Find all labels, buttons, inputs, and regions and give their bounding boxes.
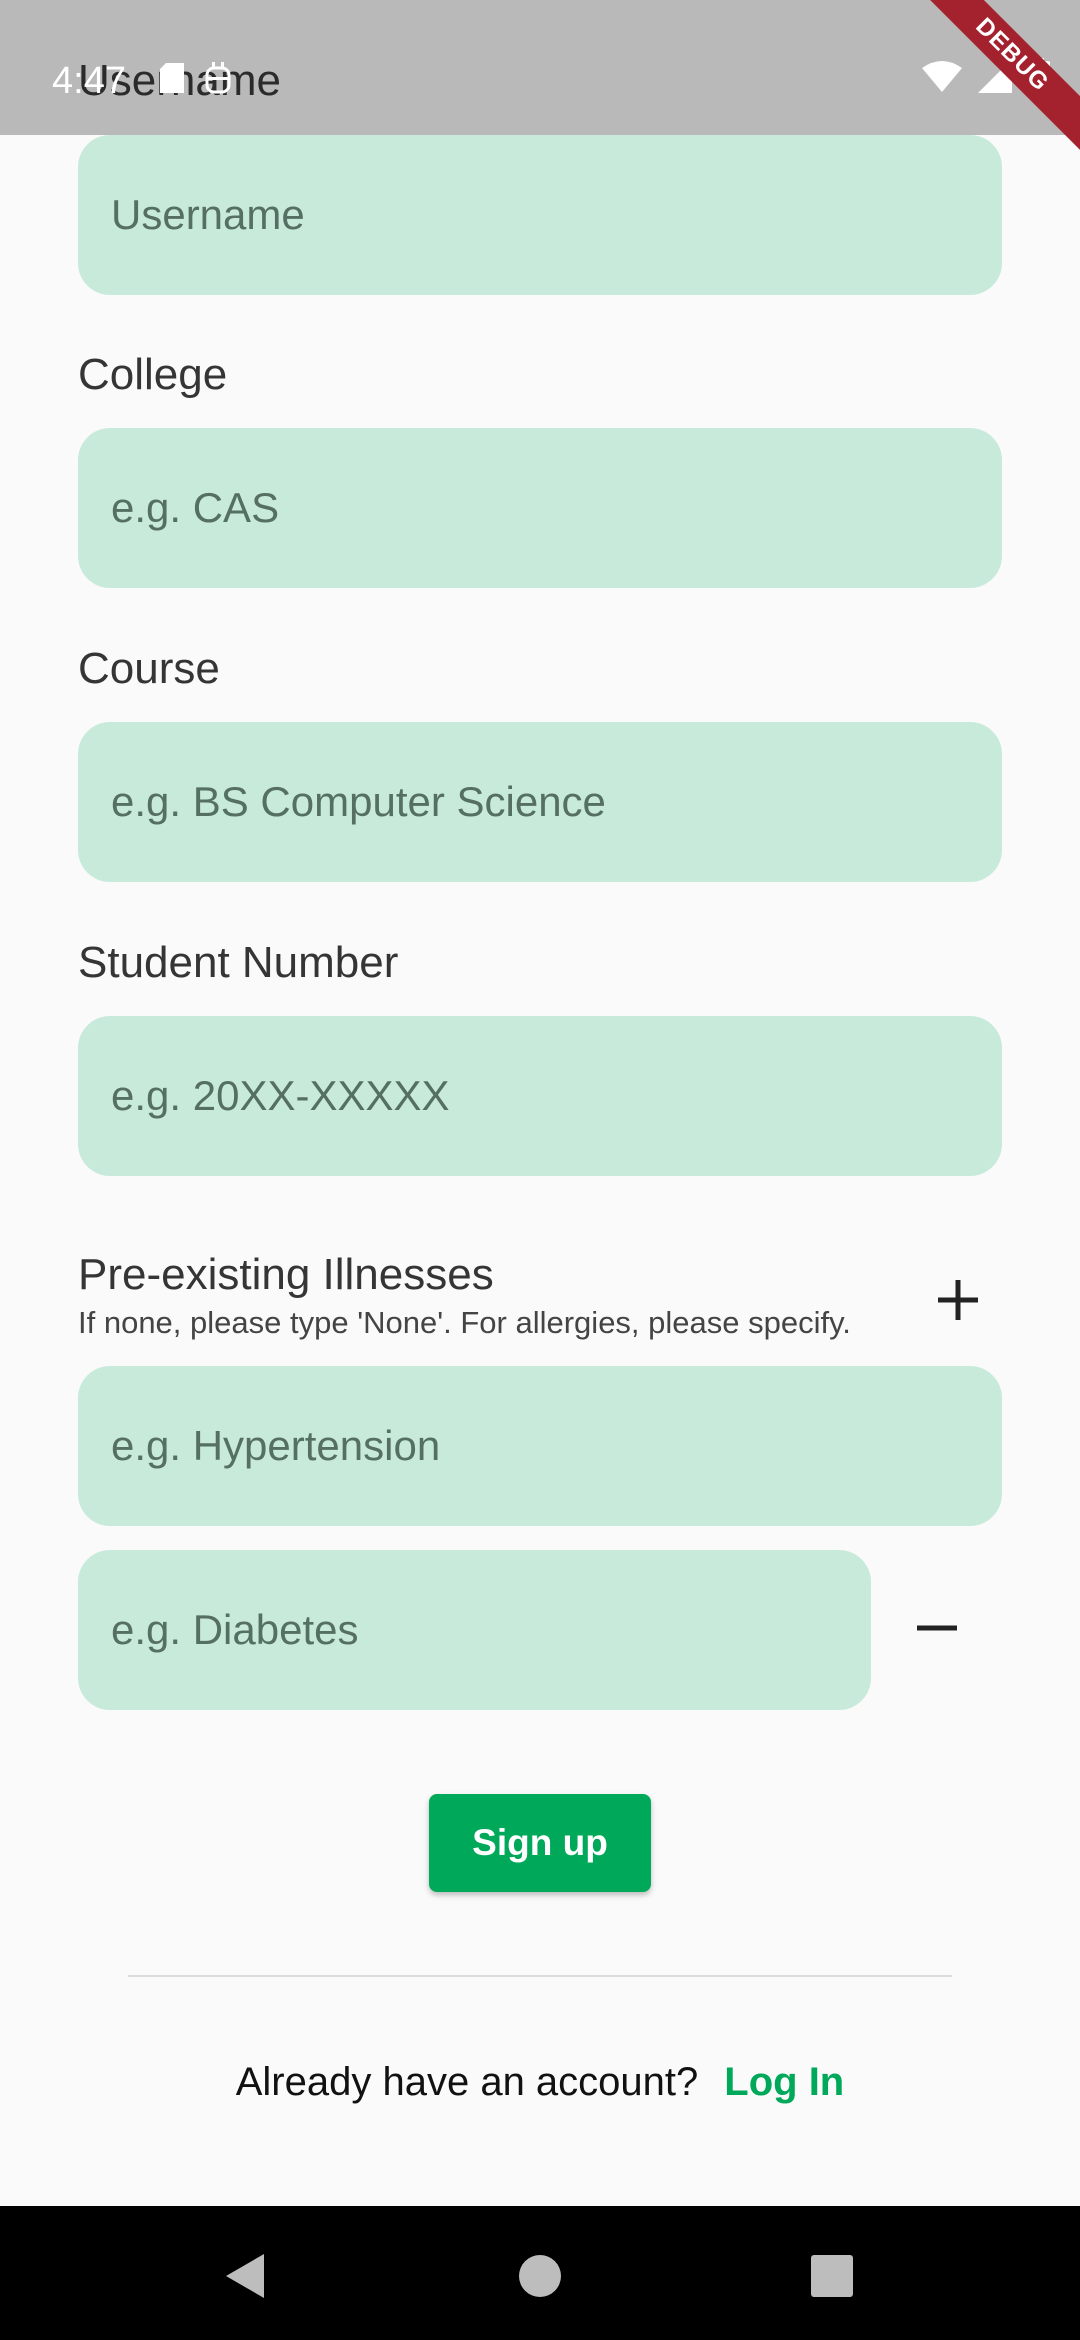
recents-square-icon bbox=[811, 2255, 853, 2297]
student-number-label: Student Number bbox=[78, 938, 399, 987]
divider bbox=[128, 1975, 952, 1977]
back-button[interactable] bbox=[204, 2236, 284, 2316]
recents-button[interactable] bbox=[792, 2236, 872, 2316]
add-illness-button[interactable] bbox=[918, 1260, 998, 1340]
notification-icons bbox=[160, 62, 232, 94]
signup-button[interactable]: Sign up bbox=[429, 1794, 651, 1892]
status-time: 4:47 bbox=[52, 60, 126, 102]
illness-field-2[interactable] bbox=[78, 1550, 871, 1710]
minus-icon bbox=[917, 1625, 957, 1631]
course-label: Course bbox=[78, 644, 220, 693]
home-circle-icon bbox=[519, 2255, 561, 2297]
back-triangle-icon bbox=[226, 2254, 264, 2298]
login-prompt-text: Already have an account? bbox=[235, 2060, 699, 2104]
signup-screen: College Course Student Number Pre-existi… bbox=[0, 0, 1080, 2340]
illnesses-hint: If none, please type 'None'. For allergi… bbox=[78, 1305, 851, 1340]
course-field[interactable] bbox=[78, 722, 1002, 882]
sd-card-icon bbox=[160, 63, 184, 93]
username-field[interactable] bbox=[78, 135, 1002, 295]
college-label: College bbox=[78, 350, 228, 399]
navigation-bar bbox=[0, 2206, 1080, 2340]
illness-input-2[interactable] bbox=[111, 1606, 871, 1654]
student-number-field[interactable] bbox=[78, 1016, 1002, 1176]
illness-field-1[interactable] bbox=[78, 1366, 1002, 1526]
course-input[interactable] bbox=[111, 778, 1002, 826]
wifi-icon bbox=[922, 61, 962, 92]
college-input[interactable] bbox=[111, 484, 1002, 532]
login-link[interactable]: Log In bbox=[724, 2060, 844, 2104]
remove-illness-button[interactable] bbox=[897, 1588, 977, 1668]
username-input[interactable] bbox=[111, 191, 1002, 239]
college-field[interactable] bbox=[78, 428, 1002, 588]
android-icon bbox=[205, 62, 231, 94]
illness-input-1[interactable] bbox=[111, 1422, 1002, 1470]
status-bar: Username 4:47 bbox=[0, 0, 1080, 135]
login-prompt: Already have an account? Log In bbox=[0, 2060, 1080, 2105]
student-number-input[interactable] bbox=[111, 1072, 1002, 1120]
home-button[interactable] bbox=[500, 2236, 580, 2316]
plus-icon bbox=[938, 1280, 978, 1320]
illnesses-label: Pre-existing Illnesses bbox=[78, 1250, 494, 1299]
